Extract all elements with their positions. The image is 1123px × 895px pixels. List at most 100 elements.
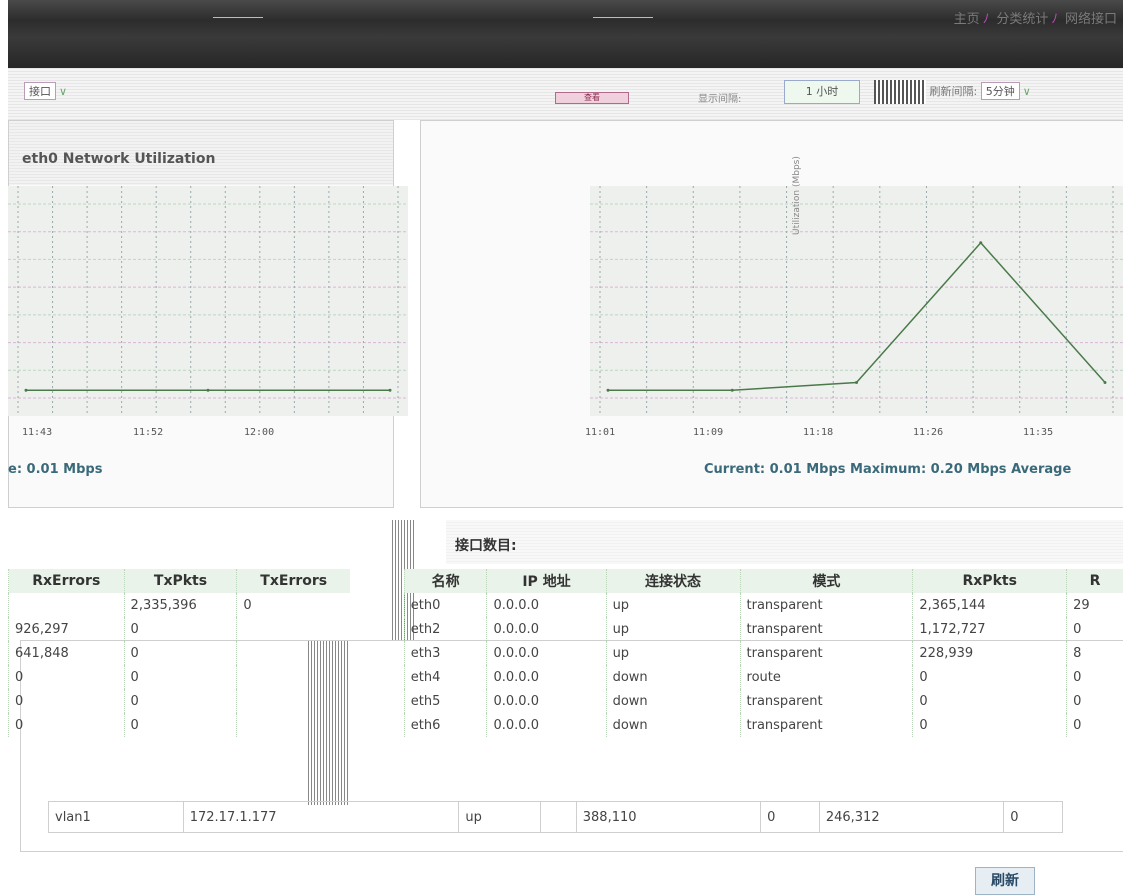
refresh-interval-select[interactable]: 5分钟	[980, 82, 1020, 100]
x-tick-label: 12:00	[244, 427, 275, 438]
tx-pkts-cell: 0	[123, 641, 237, 665]
table-row: eth3 0.0.0.0 up transparent 228,939 8	[380, 641, 1123, 665]
top-navigation-bar: 主页ﾉ 分类统计ﾉ 网络接口	[8, 0, 1123, 68]
table-header-row: 名称 IP 地址 连接状态 模式 RxPkts R	[380, 569, 1123, 593]
tx-errors-cell	[236, 641, 350, 665]
spacer	[380, 641, 404, 665]
data-point	[388, 388, 392, 392]
table-header-row: RxErrors TxPkts TxErrors	[8, 569, 350, 593]
nav-link-network-interfaces[interactable]: 网络接口	[1065, 12, 1117, 27]
table-row: eth6 0.0.0.0 down transparent 0 0	[380, 713, 1123, 737]
interface-stats-table-right: 名称 IP 地址 连接状态 模式 RxPkts R eth0 0.0.0.0 up t…	[380, 569, 1123, 737]
tx-errors-cell	[236, 665, 350, 689]
table-row: 641,848 0	[8, 641, 350, 665]
data-point	[606, 388, 610, 392]
column-header: TxPkts	[123, 569, 237, 593]
table-cell: 388,110	[575, 801, 762, 833]
plot-area	[8, 186, 408, 416]
ip-address-cell: 0.0.0.0	[486, 689, 607, 713]
link-status-cell: up	[605, 641, 741, 665]
table-cell: 0	[1066, 665, 1123, 689]
divider	[593, 17, 653, 18]
table-row: eth2 0.0.0.0 up transparent 1,172,727 0	[380, 617, 1123, 641]
data-point	[1103, 380, 1107, 384]
mode-cell: transparent	[739, 713, 913, 737]
table-cell: 29	[1066, 593, 1123, 617]
utilization-chart-right	[590, 186, 1123, 416]
separator-icon: ﾉ	[982, 12, 990, 27]
interface-count-label: 接口数目:	[455, 538, 517, 554]
separator-icon: ﾉ	[1051, 12, 1058, 27]
view-button[interactable]: 查看	[555, 92, 629, 104]
link-status-cell: up	[605, 617, 741, 641]
table-cell: 0	[760, 801, 820, 833]
rx-pkts-cell: 1,172,727	[912, 617, 1067, 641]
link-status-cell: up	[605, 593, 741, 617]
rx-pkts-cell: 0	[912, 665, 1067, 689]
interface-select[interactable]: 接口	[24, 82, 56, 100]
column-header: 模式	[739, 569, 913, 593]
table-row: 00	[8, 665, 350, 689]
refresh-interval-label: 刷新间隔:	[929, 85, 978, 98]
rx-pkts-cell: 228,939	[912, 641, 1067, 665]
data-point	[979, 241, 983, 245]
chart-title: eth0 Network Utilization	[22, 151, 216, 167]
table-cell: vlan1	[48, 801, 184, 833]
interface-name-cell: eth0	[403, 593, 487, 617]
column-header: 连接状态	[605, 569, 741, 593]
ip-address-cell: 0.0.0.0	[486, 713, 607, 737]
rx-pkts-cell: 2,365,144	[912, 593, 1067, 617]
table-cell: 0	[1003, 801, 1063, 833]
ip-address-cell: 0.0.0.0	[486, 593, 607, 617]
table-cell: 246,312	[818, 801, 1005, 833]
column-header: 名称	[403, 569, 487, 593]
chevron-down-icon[interactable]: ∨	[59, 85, 67, 98]
column-header: TxErrors	[236, 569, 350, 593]
mode-cell: route	[739, 665, 913, 689]
mode-cell: transparent	[739, 689, 913, 713]
rx-errors-cell: 0	[8, 689, 125, 713]
interface-name-cell: eth5	[403, 689, 487, 713]
ip-address-cell: 0.0.0.0	[486, 617, 607, 641]
interval-select[interactable]: 1 小时	[784, 80, 860, 104]
ip-address-cell: 0.0.0.0	[486, 665, 607, 689]
column-header: RxPkts	[912, 569, 1067, 593]
x-tick-label: 11:52	[133, 427, 164, 438]
chevron-down-icon[interactable]: ∨	[1023, 85, 1031, 98]
tx-pkts-cell: 2,335,396	[123, 593, 237, 617]
tx-errors-cell	[236, 689, 350, 713]
interface-count-bar	[446, 520, 1123, 564]
table-cell: 0	[1066, 689, 1123, 713]
x-tick-label: 11:26	[913, 427, 944, 438]
nav-link-home[interactable]: 主页	[954, 12, 980, 27]
data-point	[24, 388, 28, 392]
table-cell: 0	[1066, 617, 1123, 641]
control-strip: 接口 ∨ 查看 显示间隔: 1 小时 刷新间隔: 5分钟 ∨	[8, 68, 1123, 120]
data-point	[855, 380, 858, 384]
spacer	[380, 617, 404, 641]
rx-pkts-cell: 0	[912, 713, 1067, 737]
chart-stats-right: Current: 0.01 Mbps Maximum: 0.20 Mbps Av…	[704, 462, 1072, 477]
nav-link-category-stats[interactable]: 分类统计	[996, 12, 1048, 27]
column-header: RxErrors	[8, 569, 125, 593]
data-point	[206, 388, 210, 392]
x-tick-label: 11:43	[22, 427, 53, 438]
spacer	[380, 665, 404, 689]
spacer	[380, 569, 404, 593]
column-header: R	[1066, 569, 1123, 593]
refresh-interval: 刷新间隔: 5分钟 ∨	[874, 80, 1031, 104]
chart-stats-left: e: 0.01 Mbps	[8, 462, 103, 477]
tx-pkts-cell: 0	[123, 713, 237, 737]
table-row: vlan1 172.17.1.177 up 388,110 0 246,312 0	[48, 801, 1063, 833]
interface-name-cell: eth6	[403, 713, 487, 737]
table-row: eth5 0.0.0.0 down transparent 0 0	[380, 689, 1123, 713]
rx-pkts-cell: 0	[912, 689, 1067, 713]
spacer	[380, 689, 404, 713]
refresh-button[interactable]: 刷新	[975, 867, 1035, 895]
table-cell: 0	[1066, 713, 1123, 737]
tx-errors-cell: 0	[236, 593, 350, 617]
spacer	[380, 593, 404, 617]
x-tick-label: 11:18	[803, 427, 834, 438]
rx-errors-cell: 926,297	[8, 617, 125, 641]
table-cell: 8	[1066, 641, 1123, 665]
